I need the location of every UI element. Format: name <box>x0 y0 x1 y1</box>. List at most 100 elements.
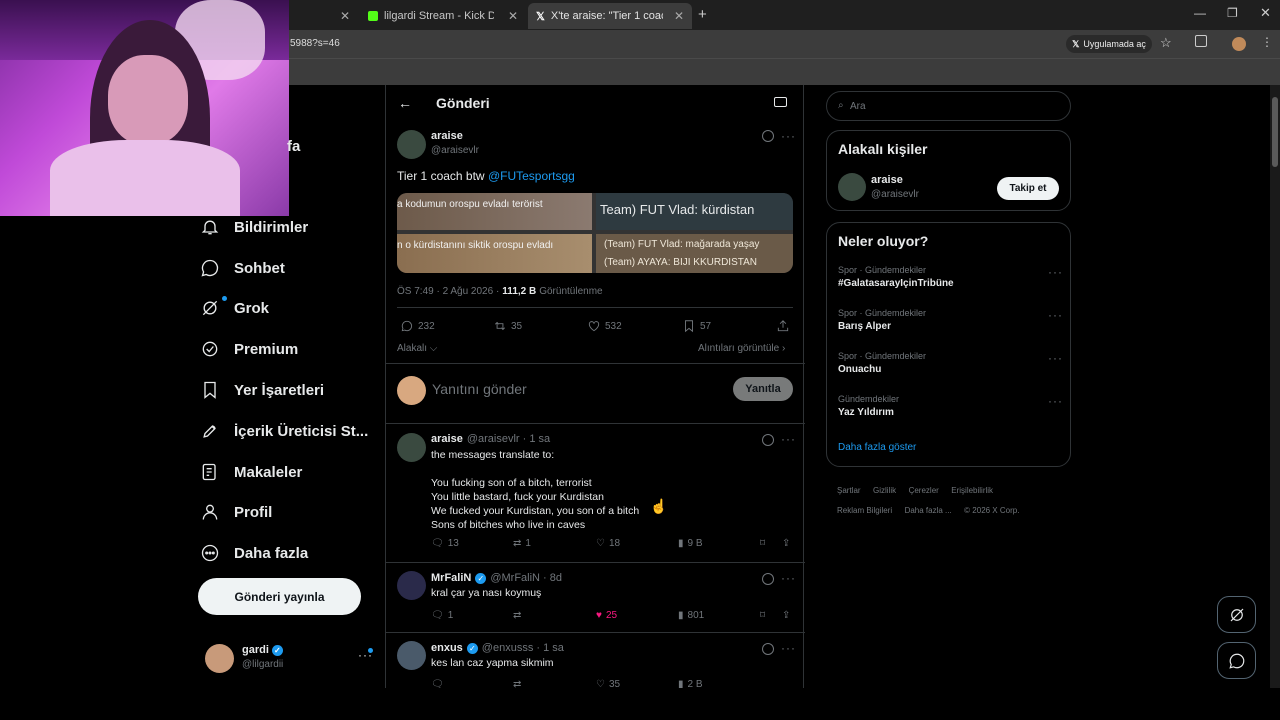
footer-ads-info-link[interactable]: Reklam Bilgileri <box>837 506 892 515</box>
footer-privacy-link[interactable]: Gizlilik <box>873 486 896 495</box>
profile-avatar[interactable] <box>1232 37 1246 51</box>
open-in-app-button[interactable]: 𝕏 Uygulamada aç <box>1066 35 1152 53</box>
reader-view-icon[interactable] <box>774 97 787 107</box>
share-icon[interactable]: ⇪ <box>782 610 790 621</box>
trend-more-icon[interactable]: ··· <box>1048 265 1063 279</box>
reply-button[interactable]: 🗨 13 <box>431 538 459 549</box>
trend-more-icon[interactable]: ··· <box>1048 394 1063 408</box>
new-tab-icon[interactable]: + <box>698 6 707 23</box>
media-image-1[interactable]: a kodumun orospu evladı terörist <box>397 193 592 230</box>
reply-item[interactable]: MrFaliN ✓ @MrFaliN · 8d ··· kral çar ya na… <box>386 563 805 632</box>
nav-bookmarks[interactable]: Yer İşaretleri <box>200 372 324 408</box>
close-tab-icon[interactable]: ✕ <box>674 9 684 23</box>
scrollbar-thumb[interactable] <box>1272 97 1278 167</box>
grok-icon[interactable] <box>762 643 774 655</box>
footer-terms-link[interactable]: Şartlar <box>837 486 861 495</box>
star-icon[interactable]: ☆ <box>1160 35 1172 51</box>
repost-button[interactable]: ⇄ <box>513 610 521 621</box>
show-more-link[interactable]: Daha fazla göster <box>838 442 916 453</box>
window-close-icon[interactable]: ✕ <box>1260 5 1271 21</box>
reply-input[interactable]: Yanıtını gönder <box>432 381 527 397</box>
browser-tab-x[interactable]: 𝕏 X'te araise: "Tier 1 coach btw @FU ✕ <box>528 3 692 29</box>
footer-accessibility-link[interactable]: Erişilebilirlik <box>951 486 993 495</box>
relevant-user-name[interactable]: araise <box>871 174 903 186</box>
trend-item[interactable]: Spor · Gündemdekiler #GalatasarayIçinTri… <box>838 265 1063 289</box>
reply-author-handle[interactable]: @enxusss · 1 sa <box>482 642 564 654</box>
nav-notifications[interactable]: Bildirimler <box>200 209 308 245</box>
nav-more[interactable]: Daha fazla <box>200 535 308 571</box>
follow-button[interactable]: Takip et <box>997 177 1059 200</box>
reply-button[interactable]: 🗨 1 <box>431 610 453 621</box>
like-button[interactable]: ♥ 25 <box>596 610 617 621</box>
search-input[interactable]: ⌕ Ara <box>826 91 1071 121</box>
chat-float-button[interactable] <box>1217 642 1256 679</box>
account-switcher[interactable]: gardi ✓ @lilgardii ··· <box>198 638 378 678</box>
grok-icon[interactable] <box>762 130 774 142</box>
reply-item[interactable]: araise @araisevlr · 1 sa ··· the messages… <box>386 424 805 562</box>
share-button[interactable] <box>776 319 790 333</box>
back-arrow-icon[interactable]: ← <box>398 95 412 111</box>
reply-author-name[interactable]: MrFaliN <box>431 572 471 584</box>
trend-more-icon[interactable]: ··· <box>1048 308 1063 322</box>
nav-premium[interactable]: Premium <box>200 331 298 367</box>
footer-cookies-link[interactable]: Çerezler <box>909 486 939 495</box>
grok-float-button[interactable] <box>1217 596 1256 633</box>
browser-tab-partial[interactable]: ✕ <box>292 3 358 29</box>
post-author-name[interactable]: araise <box>431 130 463 142</box>
reply-submit-button[interactable]: Yanıtla <box>733 377 793 401</box>
scrollbar[interactable] <box>1270 85 1280 688</box>
reply-item[interactable]: enxus ✓ @enxusss · 1 sa ··· kes lan caz ya… <box>386 633 805 689</box>
bookmark-button[interactable]: 57 <box>682 319 711 333</box>
relevant-user-avatar[interactable] <box>838 173 866 201</box>
nav-grok[interactable]: Grok <box>200 290 269 326</box>
media-image-3[interactable]: n o kürdistanını siktik orospu evladı <box>397 234 592 273</box>
post-author-handle[interactable]: @araisevlr <box>431 145 479 156</box>
relevant-user-handle[interactable]: @araisevlr <box>871 189 919 200</box>
trend-item[interactable]: Spor · Gündemdekiler Barış Alper ··· <box>838 308 1063 332</box>
reply-author-handle[interactable]: @araisevlr · 1 sa <box>467 433 550 445</box>
reply-avatar[interactable] <box>397 641 426 670</box>
reply-author-name[interactable]: araise <box>431 433 463 445</box>
footer-more-link[interactable]: Daha fazla ... <box>905 506 952 515</box>
post-mention-link[interactable]: @FUTesportsgg <box>488 169 575 183</box>
restore-icon[interactable]: ❐ <box>1227 6 1238 20</box>
trend-item[interactable]: Gündemdekiler Yaz Yıldırım ··· <box>838 394 1063 418</box>
reply-button[interactable]: 232 <box>400 319 435 333</box>
reply-avatar[interactable] <box>397 571 426 600</box>
like-button[interactable]: ♡ 18 <box>596 538 620 549</box>
bookmark-icon[interactable]: ⌑ <box>760 610 765 621</box>
sort-dropdown[interactable]: Alakalı ⌵ <box>397 343 437 354</box>
reply-more-icon[interactable]: ··· <box>781 432 796 446</box>
nav-articles[interactable]: Makaleler <box>200 454 302 490</box>
post-timestamp[interactable]: ÖS 7:49 · 2 Ağu 2026 · <box>397 286 499 297</box>
repost-button[interactable]: 35 <box>493 319 522 333</box>
views-button[interactable]: ▮ 801 <box>678 610 704 621</box>
post-button[interactable]: Gönderi yayınla <box>198 578 361 615</box>
grok-icon[interactable] <box>762 573 774 585</box>
repost-button[interactable]: ⇄ 1 <box>513 538 531 549</box>
reply-author-handle[interactable]: @MrFaliN · 8d <box>490 572 562 584</box>
post-author-avatar[interactable] <box>397 130 426 159</box>
nav-profile[interactable]: Profil <box>200 494 272 530</box>
media-image-4[interactable]: (Team) FUT Vlad: mağarada yaşay (Team) A… <box>596 234 793 273</box>
reply-avatar[interactable] <box>397 433 426 462</box>
views-button[interactable]: ▮ 9 B <box>678 538 703 549</box>
bookmark-icon[interactable]: ⌑ <box>760 538 765 549</box>
browser-tab-kick[interactable]: lilgardi Stream - Kick Dashboard ✕ <box>360 3 526 29</box>
post-more-icon[interactable]: ··· <box>781 129 796 143</box>
close-tab-icon[interactable]: ✕ <box>508 9 518 23</box>
nav-creator-studio[interactable]: İçerik Üreticisi St... <box>200 413 368 449</box>
close-tab-icon[interactable]: ✕ <box>340 9 350 23</box>
extensions-icon[interactable] <box>1195 35 1207 47</box>
like-button[interactable]: 532 <box>587 319 622 333</box>
trend-item[interactable]: Spor · Gündemdekiler Onuachu ··· <box>838 351 1063 375</box>
reply-more-icon[interactable]: ··· <box>781 571 796 585</box>
trend-more-icon[interactable]: ··· <box>1048 351 1063 365</box>
minimize-icon[interactable]: — <box>1194 6 1206 20</box>
nav-chat[interactable]: Sohbet <box>200 250 285 286</box>
menu-icon[interactable]: ⋮ <box>1261 35 1273 49</box>
share-icon[interactable]: ⇪ <box>782 538 790 549</box>
reply-author-name[interactable]: enxus <box>431 642 463 654</box>
post-media[interactable]: a kodumun orospu evladı terörist Team) F… <box>397 193 793 273</box>
reply-more-icon[interactable]: ··· <box>781 641 796 655</box>
